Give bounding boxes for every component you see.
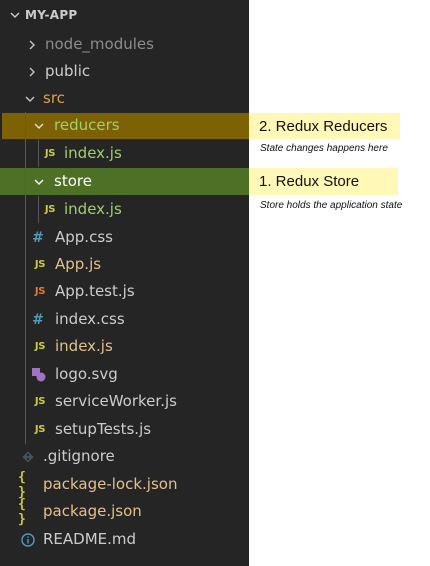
explorer-header[interactable]: MY-APP [0, 0, 249, 32]
store-annotation-title: 1. Redux Store [259, 173, 360, 190]
tree-item-gitignore[interactable]: .gitignore [0, 443, 249, 470]
tree-item-label: src [43, 89, 65, 107]
file-explorer: MY-APP node_modules public src reducers … [0, 0, 249, 566]
tree-item-label: App.css [55, 228, 113, 246]
tree-item-app-css[interactable]: # App.css [0, 224, 249, 251]
tree-item-reducers[interactable]: reducers [0, 112, 249, 139]
css-file-icon: # [32, 229, 44, 246]
tree-item-store[interactable]: store [0, 168, 249, 195]
tree-item-reducers-index-js[interactable]: JS index.js [0, 140, 249, 167]
js-file-icon: JS [34, 259, 46, 270]
tree-item-label: index.css [55, 310, 125, 328]
tree-item-label: .gitignore [43, 447, 115, 465]
svg-file-icon [31, 361, 47, 388]
tree-item-setup-tests-js[interactable]: JS setupTests.js [0, 416, 249, 443]
tree-item-logo-svg[interactable]: logo.svg [0, 361, 249, 388]
js-file-icon: JS [34, 424, 46, 435]
tree-item-label: node_modules [45, 35, 154, 53]
tree-item-app-js[interactable]: JS App.js [0, 251, 249, 278]
store-annotation-note: Store holds the application state [260, 200, 403, 211]
tree-item-label: store [54, 172, 92, 190]
tree-item-label: App.test.js [55, 282, 135, 300]
tree-item-label: index.js [64, 144, 122, 162]
tree-item-readme-md[interactable]: README.md [0, 526, 249, 553]
chevron-right-icon [26, 31, 38, 58]
js-file-icon: JS [44, 148, 56, 159]
chevron-down-icon [24, 85, 36, 112]
chevron-right-icon [26, 58, 38, 85]
tree-item-public[interactable]: public [0, 58, 249, 85]
tree-item-index-css[interactable]: # index.css [0, 306, 249, 333]
json-file-icon: { } [18, 469, 26, 500]
json-file-icon: { } [18, 496, 26, 527]
chevron-down-icon [33, 168, 45, 195]
tree-item-package-json[interactable]: { } package.json [0, 496, 249, 527]
tree-item-label: logo.svg [55, 365, 118, 383]
tree-item-label: README.md [43, 530, 137, 548]
chevron-down-icon [10, 12, 20, 18]
tree-item-label: package-lock.json [43, 475, 178, 493]
tree-item-label: index.js [55, 337, 113, 355]
tree-item-label: index.js [64, 200, 122, 218]
tree-item-app-test-js[interactable]: JS App.test.js [0, 278, 249, 305]
tree-item-label: reducers [54, 116, 120, 134]
tree-item-label: package.json [43, 502, 142, 520]
js-file-icon: JS [34, 341, 46, 352]
tree-item-src[interactable]: src [0, 85, 249, 112]
info-file-icon [20, 526, 36, 553]
tree-item-package-lock-json[interactable]: { } package-lock.json [0, 469, 249, 500]
project-title: MY-APP [25, 8, 78, 22]
tree-item-label: setupTests.js [55, 420, 152, 438]
tree-item-label: App.js [55, 255, 102, 273]
test-js-file-icon: JS [34, 286, 46, 297]
js-file-icon: JS [34, 396, 46, 407]
tree-item-label: serviceWorker.js [55, 392, 177, 410]
tree-item-index-js[interactable]: JS index.js [0, 333, 249, 360]
tree-item-store-index-js[interactable]: JS index.js [0, 196, 249, 223]
tree-item-label: public [45, 62, 91, 80]
chevron-down-icon [33, 112, 45, 139]
git-file-icon [20, 443, 36, 470]
js-file-icon: JS [44, 204, 56, 215]
reducers-annotation-note: State changes happens here [260, 143, 388, 154]
tree-item-node-modules[interactable]: node_modules [0, 31, 249, 58]
css-file-icon: # [32, 311, 44, 328]
tree-item-service-worker-js[interactable]: JS serviceWorker.js [0, 388, 249, 415]
reducers-annotation-title: 2. Redux Reducers [259, 118, 388, 135]
